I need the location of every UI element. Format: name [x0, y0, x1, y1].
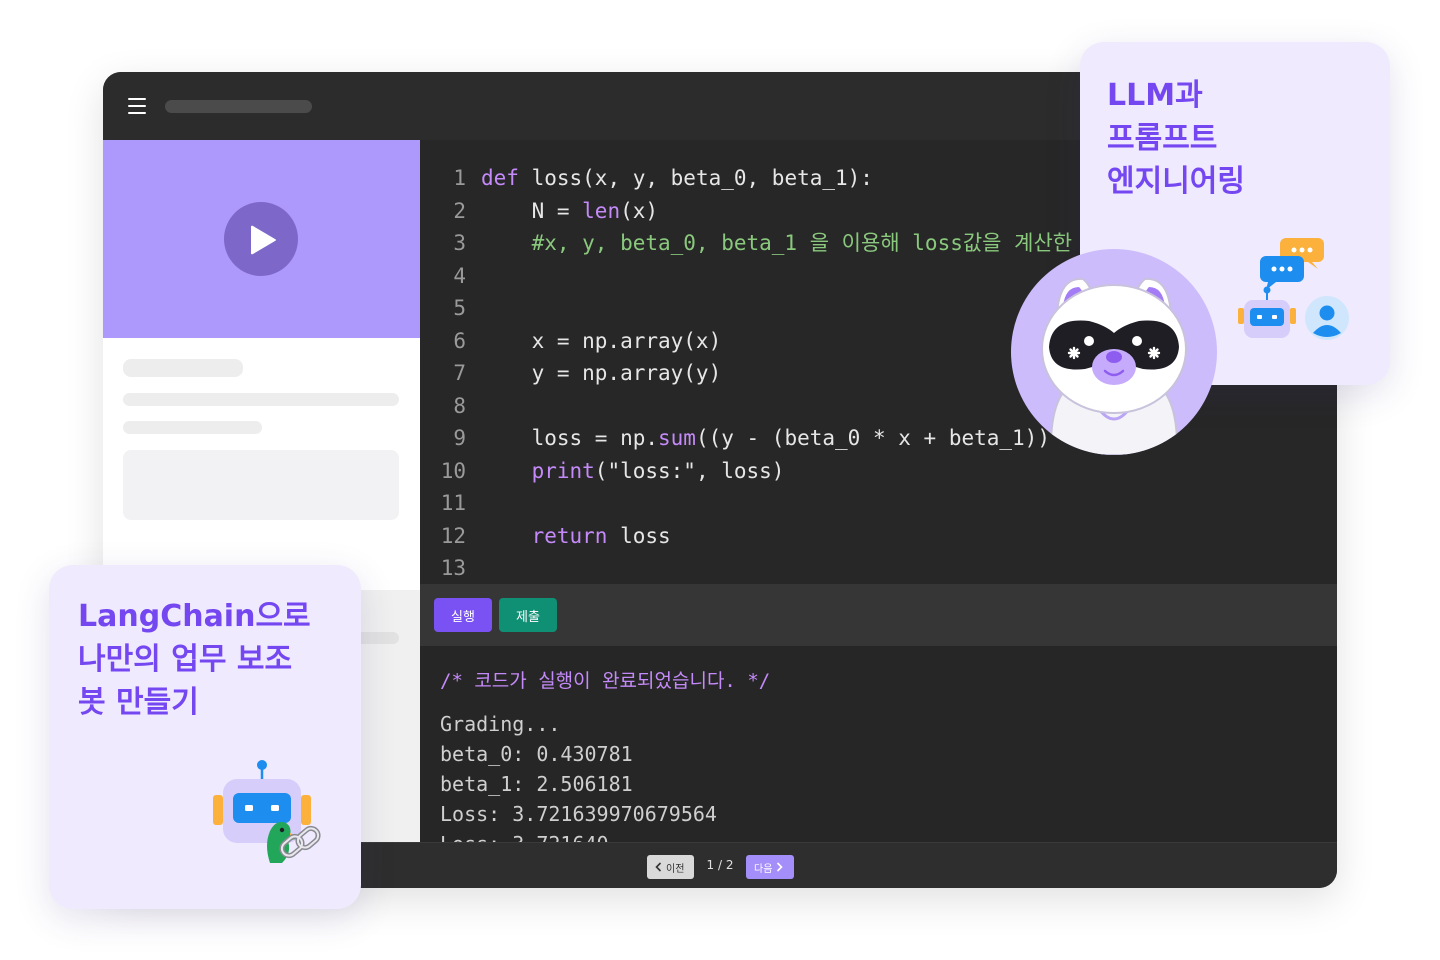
line-number: 7 [453, 361, 466, 385]
robot-icon [1238, 286, 1296, 338]
line-number: 3 [453, 231, 466, 255]
chain-link-icon [279, 825, 321, 859]
code-token: y = np.array(y) [481, 361, 722, 385]
code-token: N = [481, 198, 583, 223]
raccoon-mascot [1011, 249, 1217, 455]
run-bar: 실행 제출 [420, 584, 1337, 646]
line-number: 1 [453, 166, 466, 190]
line-number: 5 [453, 296, 466, 320]
title-placeholder [165, 100, 312, 113]
code-comment: #x, y, beta_0, beta_1 을 이용해 loss값을 계산한 [481, 231, 1073, 255]
video-player[interactable] [103, 140, 420, 338]
langchain-bot-course-card[interactable]: LangChain으로 나만의 업무 보조 봇 만들기 [49, 565, 361, 909]
prev-label: 이전 [666, 863, 685, 875]
code-text: return loss [481, 520, 671, 552]
code-token: loss = np. [481, 426, 659, 450]
card-title-line: LLM과 [1107, 78, 1203, 113]
console-line: Loss: 3.721640 [440, 832, 609, 842]
card-title: LLM과 프롬프트 엔지니어링 [1107, 74, 1245, 203]
line-number: 4 [453, 263, 466, 288]
user-avatar-icon [1305, 296, 1349, 340]
submit-button[interactable]: 제출 [499, 598, 557, 632]
code-token: (x) [620, 198, 659, 223]
code-token: ("loss:", loss) [594, 458, 785, 483]
code-keyword: sum [658, 426, 696, 450]
code-token: loss(x, y, beta_0, beta_1): [518, 166, 873, 190]
next-button[interactable]: 다음 [746, 855, 794, 879]
line-number: 12 [440, 523, 466, 548]
hamburger-menu-icon[interactable] [128, 98, 146, 114]
line-number: 13 [440, 556, 466, 580]
code-text: #x, y, beta_0, beta_1 을 이용해 loss값을 계산한 [481, 227, 1073, 259]
card-title-line: 프롬프트 [1107, 121, 1218, 156]
code-text: y = np.array(y) [481, 357, 722, 389]
prev-button[interactable]: 이전 [647, 855, 694, 879]
line-number: 10 [440, 458, 466, 483]
code-keyword: def [481, 166, 519, 190]
line-number: 9 [453, 426, 466, 450]
code-token: x = np.array(x) [481, 328, 722, 353]
line-number: 2 [453, 198, 466, 223]
code-keyword: len [582, 198, 621, 223]
code-text: x = np.array(x) [481, 325, 722, 357]
line-number: 6 [453, 328, 466, 353]
console-line: Grading... [440, 712, 561, 736]
content-skeleton [123, 450, 399, 520]
console-output: /* 코드가 실행이 완료되었습니다. */ Grading... beta_0:… [420, 646, 1337, 842]
play-button[interactable] [224, 202, 298, 276]
run-button[interactable]: 실행 [434, 598, 492, 632]
code-keyword: print [531, 458, 595, 483]
chevron-right-icon [777, 862, 784, 872]
play-icon [251, 225, 276, 255]
next-label: 다음 [754, 863, 773, 875]
card-title: LangChain으로 나만의 업무 보조 봇 만들기 [78, 595, 311, 724]
text-skeleton [123, 393, 399, 406]
code-text: N = len(x) [481, 195, 658, 227]
code-text: loss = np.sum((y - (beta_0 * x + beta_1)… [481, 422, 1050, 454]
text-skeleton [123, 359, 243, 377]
page-indicator: 1 / 2 [706, 858, 734, 872]
chevron-left-icon [655, 862, 662, 872]
line-number: 8 [453, 393, 466, 418]
console-comment: /* 코드가 실행이 완료되었습니다. */ [440, 670, 771, 692]
code-text: print("loss:", loss) [481, 455, 785, 487]
code-token: loss [607, 523, 671, 548]
card-title-line: 엔지니어링 [1107, 164, 1245, 199]
line-number: 11 [440, 491, 466, 515]
console-line: beta_0: 0.430781 [440, 742, 633, 766]
card-title-line: 나만의 업무 보조 [78, 642, 293, 677]
code-token: ((y - (beta_0 * x + beta_1)) [695, 426, 1050, 450]
code-keyword: return [531, 523, 608, 548]
console-line: Loss: 3.721639970679564 [440, 802, 717, 826]
card-title-line: LangChain으로 [78, 599, 311, 634]
card-title-line: 봇 만들기 [78, 685, 199, 720]
console-line: beta_1: 2.506181 [440, 772, 633, 796]
code-text: def loss(x, y, beta_0, beta_1): [481, 162, 873, 194]
text-skeleton [123, 421, 262, 434]
